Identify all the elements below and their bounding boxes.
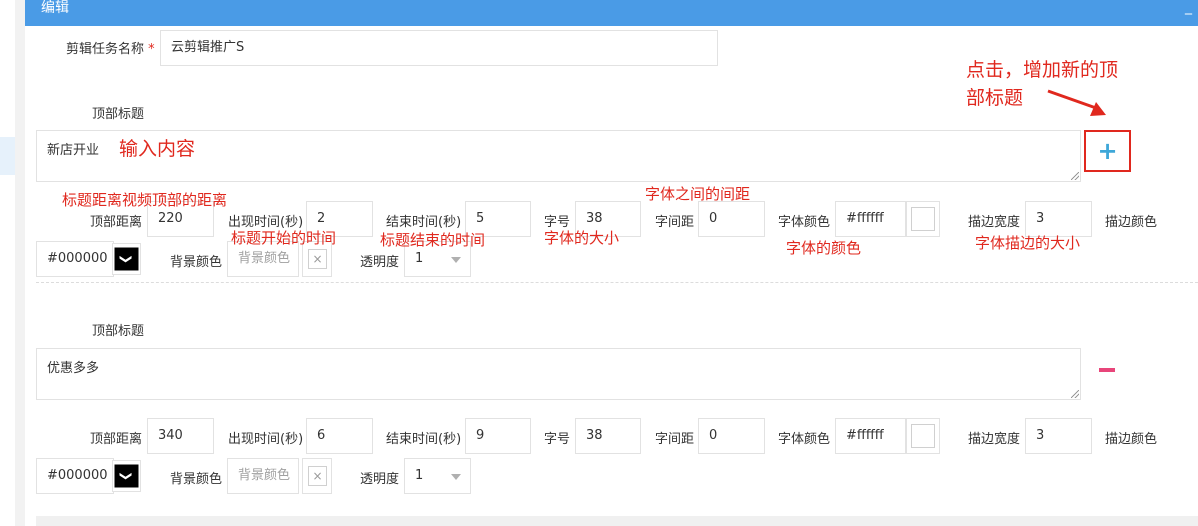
- caret-down-icon: [451, 257, 461, 263]
- opacity-select[interactable]: 1: [404, 458, 471, 494]
- minimize-icon[interactable]: _: [1185, 0, 1192, 15]
- annotation-input-content: 输入内容: [119, 138, 196, 160]
- top-title-textarea[interactable]: 优惠多多: [36, 348, 1081, 400]
- white-swatch-icon: [911, 207, 935, 231]
- font-color-label: 字体颜色: [778, 432, 831, 447]
- annotation-font-color: 字体的颜色: [786, 239, 862, 257]
- resize-grip-icon[interactable]: [1071, 172, 1079, 180]
- start-time-label: 出现时间(秒): [228, 432, 304, 447]
- top-title-text: 新店开业: [47, 143, 100, 158]
- left-selection-marker: [0, 137, 15, 175]
- top-distance-input[interactable]: 340: [147, 418, 214, 454]
- end-time-input[interactable]: 9: [465, 418, 531, 454]
- letter-spacing-input[interactable]: 0: [698, 201, 765, 237]
- stroke-width-label: 描边宽度: [968, 215, 1021, 230]
- annotation-arrow-icon: [1047, 89, 1106, 116]
- top-title-label: 顶部标题: [92, 107, 145, 122]
- bg-color-clear[interactable]: ×: [302, 458, 332, 494]
- stroke-width-input[interactable]: 3: [1025, 418, 1092, 454]
- letter-spacing-label: 字间距: [655, 215, 695, 230]
- stroke-color-swatch[interactable]: ❯: [112, 460, 141, 492]
- resize-grip-icon[interactable]: [1071, 390, 1079, 398]
- bg-color-label: 背景颜色: [170, 472, 223, 487]
- required-mark: *: [148, 42, 155, 57]
- caret-down-icon: [451, 474, 461, 480]
- dialog-titlebar: 编辑 _: [25, 0, 1198, 26]
- stroke-color-input[interactable]: #000000: [36, 241, 114, 277]
- opacity-value: 1: [415, 468, 424, 483]
- top-title-label: 顶部标题: [92, 324, 145, 339]
- stroke-color-swatch[interactable]: ❯: [112, 243, 141, 275]
- opacity-label: 透明度: [360, 255, 400, 270]
- annotation-font-size: 字体的大小: [544, 229, 620, 247]
- chevron-down-icon: ❯: [114, 247, 139, 271]
- plus-icon: +: [1097, 137, 1118, 165]
- font-color-input[interactable]: #ffffff: [835, 418, 906, 454]
- stroke-color-label: 描边颜色: [1105, 432, 1158, 447]
- close-icon: ×: [308, 249, 327, 269]
- opacity-value: 1: [415, 251, 424, 266]
- end-time-label: 结束时间(秒): [386, 432, 462, 447]
- white-swatch-icon: [911, 424, 935, 448]
- remove-title-button[interactable]: [1099, 368, 1115, 372]
- bg-color-label: 背景颜色: [170, 255, 223, 270]
- task-name-label: 剪辑任务名称 *: [66, 42, 155, 57]
- font-color-swatch[interactable]: [906, 418, 940, 454]
- dialog-footer: [36, 516, 1198, 526]
- bg-color-input[interactable]: 背景颜色: [227, 458, 299, 494]
- close-icon: ×: [308, 466, 327, 486]
- add-title-button[interactable]: +: [1084, 130, 1131, 172]
- opacity-label: 透明度: [360, 472, 400, 487]
- task-name-input[interactable]: 云剪辑推广S: [160, 30, 718, 66]
- annotation-end-time: 标题结束的时间: [380, 231, 486, 249]
- left-strip: [0, 0, 15, 526]
- annotation-add-hint-1: 点击，增加新的顶: [966, 59, 1119, 81]
- stroke-width-label: 描边宽度: [968, 432, 1021, 447]
- annotation-letter-spacing: 字体之间的间距: [645, 185, 751, 203]
- annotation-add-hint-2: 部标题: [966, 87, 1024, 109]
- top-title-text: 优惠多多: [47, 361, 100, 376]
- letter-spacing-input[interactable]: 0: [698, 418, 765, 454]
- start-time-input[interactable]: 6: [306, 418, 373, 454]
- top-distance-label: 顶部距离: [90, 215, 143, 230]
- top-distance-label: 顶部距离: [90, 432, 143, 447]
- stroke-color-input[interactable]: #000000: [36, 458, 114, 494]
- letter-spacing-label: 字间距: [655, 432, 695, 447]
- end-time-label: 结束时间(秒): [386, 215, 462, 230]
- font-color-swatch[interactable]: [906, 201, 940, 237]
- annotation-stroke-width: 字体描边的大小: [975, 234, 1081, 252]
- font-color-label: 字体颜色: [778, 215, 831, 230]
- font-size-input[interactable]: 38: [575, 418, 641, 454]
- annotation-top-distance: 标题距离视频顶部的距离: [62, 191, 228, 209]
- font-color-input[interactable]: #ffffff: [835, 201, 906, 237]
- dialog-title: 编辑: [41, 0, 69, 16]
- font-size-label: 字号: [544, 432, 571, 447]
- annotation-start-time: 标题开始的时间: [231, 229, 337, 247]
- section-divider: [36, 282, 1198, 283]
- chevron-down-icon: ❯: [114, 464, 139, 488]
- stroke-color-label: 描边颜色: [1105, 215, 1158, 230]
